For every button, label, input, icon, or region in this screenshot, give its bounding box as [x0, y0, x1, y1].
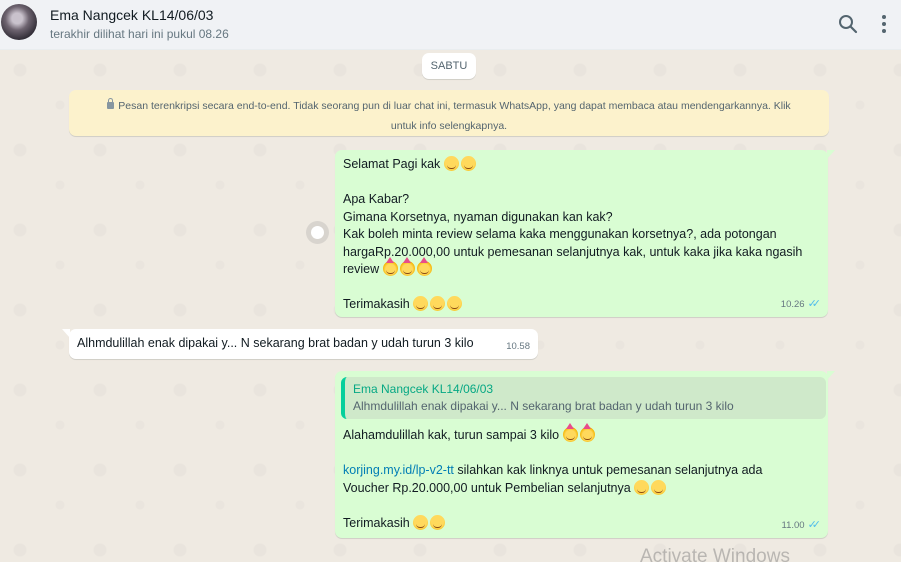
message-meta: 10.58 — [506, 338, 530, 356]
message-time: 10.58 — [506, 340, 530, 352]
message-body: Alahamdulillah kak, turun sampai 3 kilo … — [343, 423, 813, 533]
smile-emoji-icon — [430, 514, 446, 530]
party-face-emoji-icon — [382, 257, 398, 276]
message-text: review — [343, 262, 380, 276]
message-line: Terimakasih — [343, 514, 813, 533]
message-text: Alhmdulillah enak dipakai y... N sekaran… — [77, 336, 474, 350]
message-line: Terimakasih — [343, 296, 820, 314]
message-text: hargaRp.20.000,00 untuk pemesanan selanj… — [343, 244, 803, 259]
relieved-emoji-icon — [634, 479, 650, 495]
party-face-emoji-icon — [562, 423, 578, 442]
last-seen-status: terakhir dilihat hari ini pukul 08.26 — [50, 27, 229, 41]
encryption-notice-more: untuk info selengkapnya. — [390, 120, 508, 132]
message-meta: 11.00 ✓✓ — [781, 517, 822, 535]
emoji-reaction-button[interactable] — [306, 221, 329, 244]
encryption-notice-text: Pesan terenkripsi secara end-to-end. Tid… — [118, 100, 791, 112]
smile-emoji-icon — [443, 156, 459, 171]
quoted-text: Alhmdulillah enak dipakai y... N sekaran… — [353, 399, 734, 413]
smile-emoji-icon — [460, 156, 476, 171]
bubble-tail — [62, 329, 70, 338]
party-face-emoji-icon — [416, 257, 432, 276]
encryption-notice[interactable]: Pesan terenkripsi secara end-to-end. Tid… — [69, 90, 829, 136]
message-text: silahkan kak linknya untuk pemesanan sel… — [453, 463, 763, 477]
party-face-emoji-icon — [579, 423, 595, 442]
windows-activation-watermark: Activate Windows — [640, 546, 790, 562]
smile-emoji-icon — [413, 514, 429, 530]
bubble-tail — [827, 371, 835, 380]
message-line: Voucher Rp.20.000,00 untuk Pembelian sel… — [343, 479, 813, 498]
message-text: Kak boleh minta review selama kaka mengg… — [343, 227, 777, 241]
message-text: Voucher Rp.20.000,00 untuk Pembelian sel… — [343, 480, 631, 495]
outgoing-message[interactable]: Selamat Pagi kak Apa Kabar? Gimana Korse… — [335, 150, 835, 317]
message-link[interactable]: korjing.my.id/lp-v2-tt — [343, 463, 454, 477]
message-time: 11.00 — [781, 519, 805, 531]
chat-panel[interactable]: SABTU Pesan terenkripsi secara end-to-en… — [0, 50, 901, 562]
message-text: Terimakasih — [343, 297, 410, 311]
lock-icon — [107, 98, 115, 109]
message-text: Terimakasih — [343, 515, 410, 530]
message-line: review — [343, 257, 820, 279]
message-meta: 10.26 ✓✓ — [780, 296, 822, 314]
double-check-icon: ✓✓ — [807, 297, 822, 310]
quoted-author: Ema Nangcek KL14/06/03 — [353, 382, 494, 396]
relieved-emoji-icon — [447, 296, 463, 311]
quoted-message[interactable]: Ema Nangcek KL14/06/03 Alhmdulillah enak… — [341, 377, 826, 419]
search-icon[interactable] — [837, 13, 859, 35]
relieved-emoji-icon — [430, 296, 446, 311]
message-text: Selamat Pagi kak — [343, 157, 441, 171]
message-line: Selamat Pagi kak — [343, 156, 820, 174]
message-time: 10.26 — [780, 298, 805, 310]
relieved-emoji-icon — [413, 296, 429, 311]
contact-name[interactable]: Ema Nangcek KL14/06/03 — [50, 7, 213, 23]
message-text: Apa Kabar? — [343, 192, 410, 206]
incoming-message[interactable]: Alhmdulillah enak dipakai y... N sekaran… — [62, 329, 538, 359]
outgoing-reply-message[interactable]: Ema Nangcek KL14/06/03 Alhmdulillah enak… — [335, 371, 835, 538]
chat-header: Ema Nangcek KL14/06/03 terakhir dilihat … — [0, 0, 901, 50]
date-divider: SABTU — [422, 53, 476, 79]
contact-avatar[interactable] — [1, 4, 37, 40]
party-face-emoji-icon — [399, 257, 415, 276]
message-line: Alahamdulillah kak, turun sampai 3 kilo — [343, 423, 813, 445]
message-line: korjing.my.id/lp-v2-tt silahkan kak link… — [343, 462, 813, 480]
message-text: Alahamdulillah kak, turun sampai 3 kilo — [343, 428, 560, 442]
bubble-tail — [827, 150, 835, 159]
more-vertical-icon[interactable] — [873, 13, 895, 35]
message-text: Gimana Korsetnya, nyaman digunakan kan k… — [343, 209, 613, 224]
relieved-emoji-icon — [651, 479, 667, 495]
double-check-icon: ✓✓ — [807, 518, 822, 531]
